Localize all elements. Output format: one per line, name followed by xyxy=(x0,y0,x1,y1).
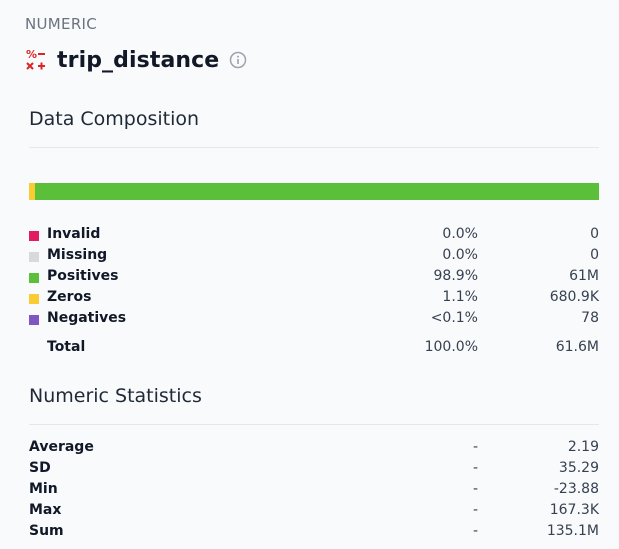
composition-row-negatives: Negatives <0.1% 78 xyxy=(29,310,599,330)
zeros-label: Zeros xyxy=(47,289,92,305)
total-label: Total xyxy=(47,339,86,355)
data-composition-heading: Data Composition xyxy=(29,108,200,130)
max-stat-label: Max xyxy=(29,502,62,518)
sd-stat-value: 35.29 xyxy=(558,460,599,476)
min-stat-value: -23.88 xyxy=(553,481,599,497)
numeric-type-icon: % xyxy=(26,48,45,70)
column-name-title: trip_distance xyxy=(57,47,220,73)
invalid-swatch xyxy=(29,231,39,241)
statistic-row-average: Average - 2.19 xyxy=(29,439,599,459)
zeros-swatch xyxy=(29,294,39,304)
statistic-row-max: Max - 167.3K xyxy=(29,502,599,522)
positives-percent: 98.9% xyxy=(433,268,478,284)
negatives-percent: <0.1% xyxy=(430,310,478,326)
statistic-row-sd: SD - 35.29 xyxy=(29,460,599,480)
average-stat-value: 2.19 xyxy=(567,439,599,455)
negatives-swatch xyxy=(29,315,39,325)
missing-count: 0 xyxy=(590,247,599,263)
min-stat-label: Min xyxy=(29,481,58,497)
negatives-count: 78 xyxy=(581,310,599,326)
missing-percent: 0.0% xyxy=(442,247,478,263)
invalid-count: 0 xyxy=(590,226,599,242)
max-stat-value: 167.3K xyxy=(549,502,599,518)
sd-stat-label: SD xyxy=(29,460,51,476)
sum-stat-label: Sum xyxy=(29,523,64,539)
composition-bar-segment-positives xyxy=(35,183,599,200)
composition-row-missing: Missing 0.0% 0 xyxy=(29,247,599,267)
composition-bar xyxy=(29,183,599,200)
average-stat-percent: - xyxy=(472,439,478,455)
invalid-label: Invalid xyxy=(47,226,101,242)
positives-count: 61M xyxy=(569,268,599,284)
missing-swatch xyxy=(29,252,39,262)
statistic-row-min: Min - -23.88 xyxy=(29,481,599,501)
svg-text:%: % xyxy=(26,48,37,61)
composition-row-zeros: Zeros 1.1% 680.9K xyxy=(29,289,599,309)
composition-row-invalid: Invalid 0.0% 0 xyxy=(29,226,599,246)
total-count: 61.6M xyxy=(555,339,599,355)
column-type-label: NUMERIC xyxy=(25,15,98,33)
sum-stat-value: 135.1M xyxy=(546,523,599,539)
composition-total-row: Total 100.0% 61.6M xyxy=(29,339,599,359)
statistic-row-sum: Sum - 135.1M xyxy=(29,523,599,543)
sd-stat-percent: - xyxy=(472,460,478,476)
composition-divider xyxy=(29,147,599,148)
statistics-divider xyxy=(29,424,599,425)
zeros-count: 680.9K xyxy=(549,289,599,305)
max-stat-percent: - xyxy=(472,502,478,518)
composition-row-positives: Positives 98.9% 61M xyxy=(29,268,599,288)
positives-label: Positives xyxy=(47,268,119,284)
zeros-percent: 1.1% xyxy=(442,289,478,305)
min-stat-percent: - xyxy=(472,481,478,497)
negatives-label: Negatives xyxy=(47,310,127,326)
invalid-percent: 0.0% xyxy=(442,226,478,242)
total-percent: 100.0% xyxy=(424,339,478,355)
positives-swatch xyxy=(29,273,39,283)
sum-stat-percent: - xyxy=(472,523,478,539)
numeric-statistics-heading: Numeric Statistics xyxy=(29,385,202,407)
column-title-row: % trip_distance xyxy=(25,45,247,75)
info-icon[interactable] xyxy=(229,51,247,69)
missing-label: Missing xyxy=(47,247,108,263)
average-stat-label: Average xyxy=(29,439,94,455)
